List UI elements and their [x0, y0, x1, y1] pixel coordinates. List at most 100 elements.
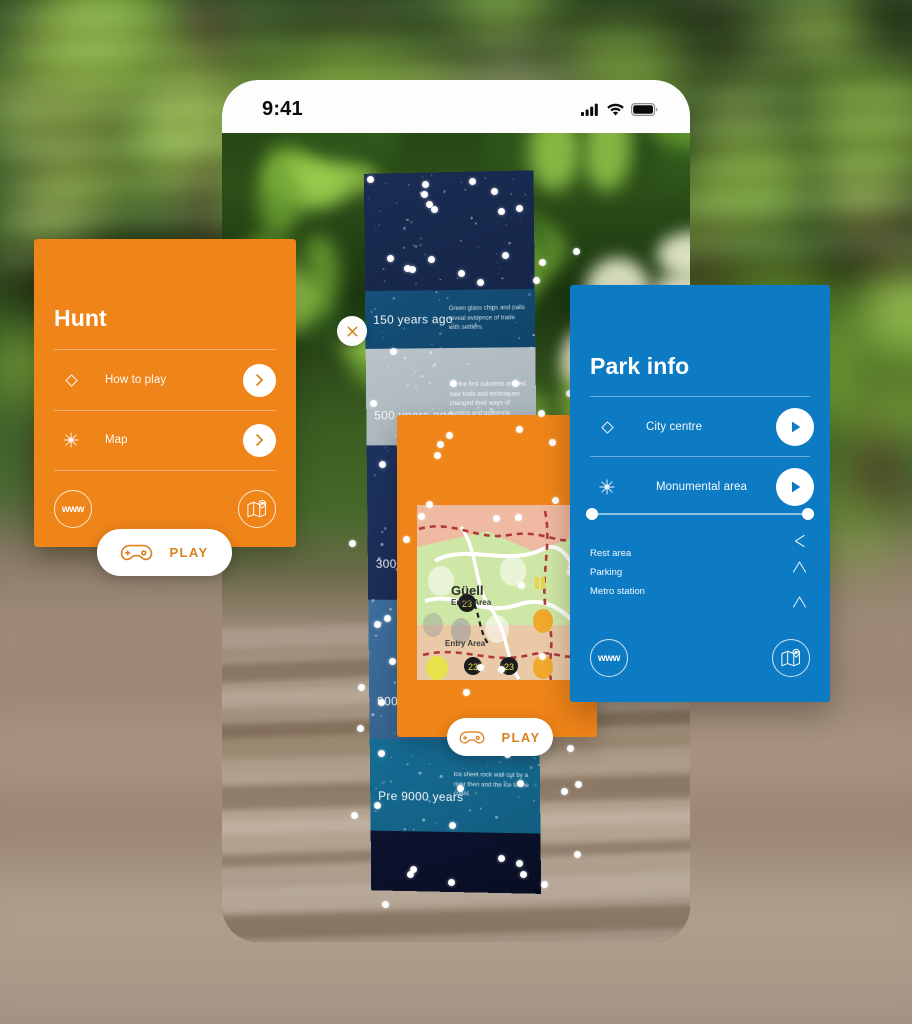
chevron-right-icon	[256, 374, 263, 386]
play-button-label: PLAY	[169, 545, 209, 560]
status-bar-time: 9:41	[262, 98, 303, 120]
park-row-play-button[interactable]	[776, 468, 814, 506]
hunt-card-secondary[interactable]: 23 23 23 Güell Entry Area Entry Area PLAY	[397, 415, 597, 756]
hunt-row-how-to-play[interactable]: How to play	[54, 350, 276, 410]
poi-list: Rest area Parking Metro station	[590, 534, 810, 608]
slider-knob-left[interactable]	[586, 508, 598, 520]
park-card-title: Park info	[590, 353, 690, 379]
hunt-map-button[interactable]	[238, 490, 276, 528]
ar-tracking-dot	[468, 178, 476, 186]
chevron-right-icon	[256, 434, 263, 446]
play-button-secondary[interactable]: PLAY	[447, 718, 553, 756]
ar-tracking-dot	[374, 620, 382, 628]
ar-tracking-dot	[574, 780, 582, 788]
ar-tracking-dot	[383, 614, 391, 622]
hunt-card-title: Hunt	[54, 305, 107, 331]
ar-tracking-dot	[561, 788, 569, 796]
play-button-label: PLAY	[501, 729, 541, 745]
ar-tracking-dot	[378, 749, 385, 757]
ar-tracking-dot	[408, 265, 416, 273]
ar-tracking-dot	[490, 187, 498, 195]
play-button-primary[interactable]: PLAY	[97, 529, 232, 576]
gamepad-icon	[121, 544, 153, 561]
ar-tracking-dot	[462, 689, 470, 697]
ar-tracking-dot	[511, 380, 519, 388]
hunt-row-map[interactable]: Map	[54, 410, 276, 470]
park-row-label: Monumental area	[656, 481, 747, 493]
totem-era-text: Green glass chips and nails reveal evide…	[448, 304, 525, 332]
park-row-play-button[interactable]	[776, 408, 814, 446]
totem-band-1: 150 years ago Green glass chips and nail…	[365, 288, 536, 349]
hunt-web-button[interactable]: www	[54, 490, 92, 528]
map-label-subtitle: Entry Area	[445, 639, 486, 648]
poi-label: Parking	[590, 567, 623, 578]
hunt-card[interactable]: Hunt How to play Map www PLAY	[34, 239, 296, 576]
www-circle-icon: www	[54, 490, 92, 528]
ar-tracking-dot	[540, 880, 548, 888]
sparkle-icon	[590, 479, 624, 495]
map-thumbnail[interactable]: 23 23 23 Güell Entry Area Entry Area	[417, 505, 577, 680]
ar-tracking-dot	[445, 432, 453, 440]
www-label: www	[61, 503, 85, 515]
ar-tracking-dot	[449, 380, 457, 388]
sparkle-icon	[54, 432, 88, 448]
screenshot-root: 9:41 150 years ago Green glass chips and…	[0, 0, 912, 1024]
close-button[interactable]	[337, 316, 367, 346]
ar-tracking-dot	[425, 500, 433, 508]
ar-tracking-dot	[516, 425, 524, 433]
ar-tracking-dot	[514, 514, 522, 522]
ar-tracking-dot	[517, 779, 525, 787]
play-triangle-icon	[791, 421, 800, 433]
chevron-up-icon	[791, 559, 808, 580]
ar-tracking-dot	[356, 724, 364, 732]
poi-row[interactable]: Parking	[590, 559, 810, 581]
hunt-row-label: How to play	[105, 374, 167, 386]
poi-label: Metro station	[590, 586, 645, 597]
map-label-subtitle: Entry Area	[451, 598, 492, 607]
park-map-button[interactable]	[772, 639, 810, 677]
ar-tracking-dot	[566, 744, 574, 752]
close-x-icon	[347, 326, 357, 336]
totem-era-label: 150 years ago	[373, 311, 453, 327]
hunt-row-action-button[interactable]	[243, 423, 276, 457]
folded-map-pin-icon	[772, 639, 810, 677]
cellular-signal-icon	[581, 103, 598, 116]
hunt-row-label: Map	[105, 434, 128, 446]
slider-knob-right[interactable]	[802, 508, 814, 520]
audio-progress-slider[interactable]	[586, 508, 814, 520]
diamond-icon	[54, 373, 88, 387]
ar-tracking-dot	[538, 409, 546, 417]
map-label-title: Güell	[451, 583, 484, 598]
ar-tracking-dot	[493, 514, 501, 522]
park-web-button[interactable]: www	[590, 639, 628, 677]
gamepad-icon	[460, 730, 485, 744]
ar-tracking-dot	[389, 348, 397, 356]
hunt-row-action-button[interactable]	[243, 363, 276, 397]
totem-band-0	[363, 170, 535, 292]
park-info-card[interactable]: Park info City centre Monumental area Re…	[570, 285, 830, 702]
park-row-city-centre[interactable]: City centre	[590, 397, 814, 457]
svg-text:23: 23	[504, 662, 514, 672]
poi-label: Rest area	[590, 548, 632, 559]
ar-tracking-dot	[517, 581, 525, 589]
play-triangle-icon	[791, 481, 800, 493]
poi-row[interactable]: Metro station	[590, 581, 810, 608]
ar-tracking-dot	[539, 258, 547, 266]
park-row-label: City centre	[646, 421, 703, 433]
ar-tracking-dot	[532, 276, 540, 284]
ar-tracking-dot	[573, 850, 581, 858]
poi-row[interactable]: Rest area	[590, 534, 810, 562]
ar-tracking-dot	[417, 512, 425, 520]
ar-tracking-dot	[386, 255, 394, 263]
ar-tracking-dot	[458, 269, 466, 277]
www-label: www	[597, 652, 621, 664]
ar-tracking-dot	[497, 854, 505, 862]
diamond-icon	[590, 420, 624, 434]
ar-tracking-dot	[369, 399, 377, 407]
ar-tracking-dot	[420, 191, 428, 199]
ar-tracking-dot	[551, 496, 559, 504]
status-bar: 9:41	[222, 80, 690, 133]
divider	[54, 470, 276, 471]
park-row-monumental-area[interactable]: Monumental area	[590, 457, 814, 517]
folded-map-pin-icon	[238, 490, 276, 528]
